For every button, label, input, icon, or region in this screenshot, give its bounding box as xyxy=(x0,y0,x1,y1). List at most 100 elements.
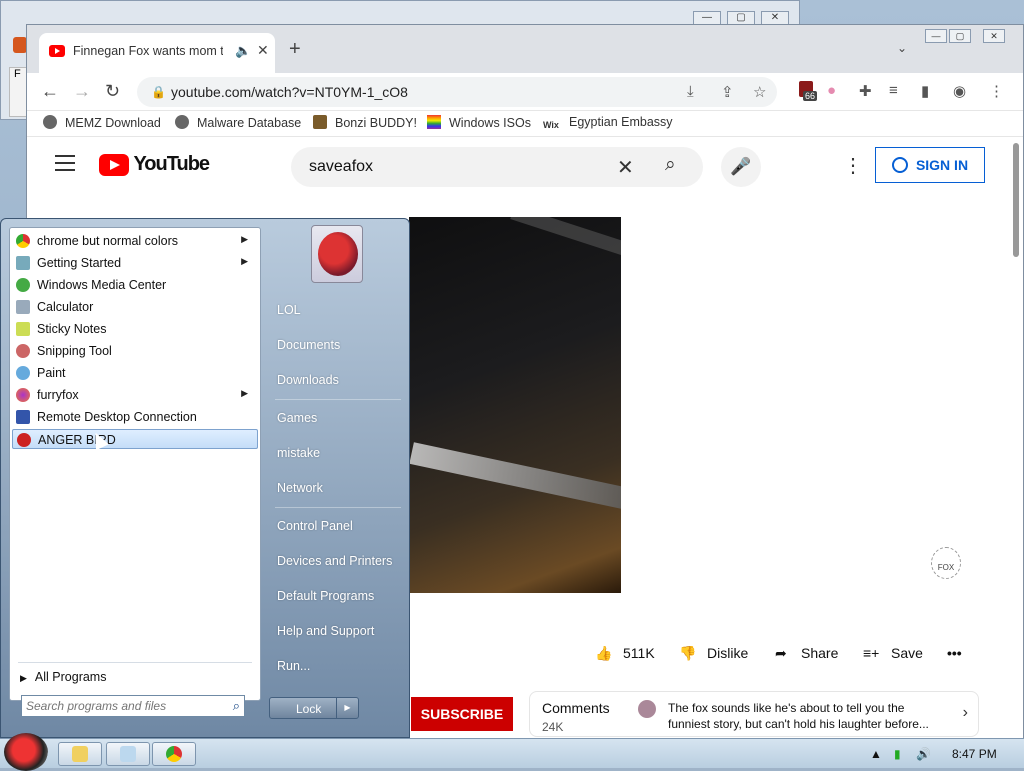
chevron-right-icon[interactable]: › xyxy=(963,704,968,722)
trans-flag-icon[interactable]: ● xyxy=(827,82,836,99)
program-anger-bird[interactable]: ANGER BIRD xyxy=(12,429,258,449)
ublock-icon[interactable]: 66 xyxy=(799,81,818,101)
youtube-logo[interactable]: YouTube xyxy=(99,153,210,176)
bookmark-star-icon[interactable]: ☆ xyxy=(753,83,766,101)
share-arrow-icon[interactable]: ➦ xyxy=(775,645,787,662)
search-icon[interactable]: ⌕ xyxy=(665,154,676,176)
media-control-icon[interactable]: ≡ xyxy=(889,82,898,99)
maximize-button[interactable]: ▢ xyxy=(949,29,971,43)
program-furryfox[interactable]: furryfox ▶ xyxy=(12,385,258,405)
program-paint[interactable]: Paint xyxy=(12,363,258,383)
minimize-button[interactable]: — xyxy=(693,11,721,25)
menu-kebab-icon[interactable]: ⋮ xyxy=(989,82,1004,100)
taskbar-explorer[interactable] xyxy=(58,742,102,766)
like-count[interactable]: 511K xyxy=(623,645,655,661)
start-search-box[interactable]: ⌕ xyxy=(21,695,245,717)
clear-search-icon[interactable]: ✕ xyxy=(617,155,634,180)
clock[interactable]: 8:47 PM xyxy=(952,747,997,761)
program-snipping-tool[interactable]: Snipping Tool xyxy=(12,341,258,361)
taskbar: ▲ ▮ 🔊 8:47 PM xyxy=(0,733,1024,771)
sticky-notes-icon xyxy=(16,322,30,336)
side-panel-icon[interactable]: ▮ xyxy=(921,82,929,100)
comments-panel[interactable]: Comments 24K The fox sounds like he's ab… xyxy=(529,691,979,737)
chrome-icon xyxy=(16,234,30,248)
start-item-network[interactable]: Network xyxy=(277,481,323,495)
bookmark-memz[interactable]: MEMZ Download xyxy=(43,115,161,130)
reload-icon[interactable]: ↻ xyxy=(105,81,120,102)
minimize-button[interactable]: — xyxy=(925,29,947,43)
program-getting-started[interactable]: Getting Started ▶ xyxy=(12,253,258,273)
user-avatar[interactable] xyxy=(311,225,363,283)
bookmark-egyptian-embassy[interactable]: Wix Egyptian Embassy xyxy=(543,115,673,134)
scrollbar-thumb[interactable] xyxy=(1013,143,1019,257)
hamburger-menu-icon[interactable] xyxy=(55,155,75,176)
program-chrome[interactable]: chrome but normal colors ▶ xyxy=(12,231,258,251)
start-search-input[interactable] xyxy=(26,698,216,714)
save-button[interactable]: Save xyxy=(891,645,923,661)
speaker-icon[interactable]: 🔈 xyxy=(235,43,251,59)
start-orb-angry-bird-icon[interactable] xyxy=(4,733,48,771)
start-item-documents[interactable]: Documents xyxy=(277,338,340,352)
search-icon[interactable]: ⌕ xyxy=(233,698,240,714)
bookmark-bonzi[interactable]: Bonzi BUDDY! xyxy=(313,115,417,130)
like-icon[interactable]: 👍 xyxy=(595,645,612,662)
volume-icon[interactable]: 🔊 xyxy=(916,747,931,761)
back-icon[interactable]: ← xyxy=(41,81,59,102)
toolbar: ← → ↻ 🔒 youtube.com/watch?v=NT0YM-1_cO8 … xyxy=(27,73,1023,111)
bookmark-malware-database[interactable]: Malware Database xyxy=(175,115,301,130)
share-button[interactable]: Share xyxy=(801,645,838,661)
start-item-default-programs[interactable]: Default Programs xyxy=(277,589,374,603)
channel-watermark-icon[interactable]: FOX xyxy=(931,547,961,579)
divider xyxy=(18,662,252,663)
close-tab-icon[interactable]: ✕ xyxy=(257,42,269,59)
start-item-control-panel[interactable]: Control Panel xyxy=(277,519,353,533)
lock-options-arrow-icon[interactable]: ▶ xyxy=(336,698,358,718)
dislike-button[interactable]: Dislike xyxy=(707,645,748,661)
program-calculator[interactable]: Calculator xyxy=(12,297,258,317)
profile-icon[interactable]: ◉ xyxy=(953,82,966,100)
settings-kebab-icon[interactable]: ⋮ xyxy=(843,153,863,178)
forward-icon[interactable]: → xyxy=(73,81,91,102)
start-item-downloads[interactable]: Downloads xyxy=(277,373,339,387)
paint-icon xyxy=(16,366,30,380)
start-item-games[interactable]: Games xyxy=(277,411,317,425)
start-item-run[interactable]: Run... xyxy=(277,659,310,673)
save-playlist-icon[interactable]: ≡+ xyxy=(863,645,879,661)
lock-icon[interactable]: 🔒 xyxy=(151,85,166,99)
search-bar[interactable]: saveafox ✕ ⌕ xyxy=(291,147,703,187)
start-item-lol[interactable]: LOL xyxy=(277,303,301,317)
install-icon[interactable]: ⤓ xyxy=(687,83,694,100)
scrollbar[interactable] xyxy=(1011,139,1021,739)
close-button[interactable]: ✕ xyxy=(761,11,789,25)
start-item-devices-printers[interactable]: Devices and Printers xyxy=(277,554,392,568)
start-item-mistake[interactable]: mistake xyxy=(277,446,320,460)
microphone-icon[interactable]: 🎤 xyxy=(721,147,761,187)
address-bar[interactable]: 🔒 youtube.com/watch?v=NT0YM-1_cO8 ⤓ ⇪ ☆ xyxy=(137,77,777,107)
program-media-center[interactable]: Windows Media Center xyxy=(12,275,258,295)
taskbar-chrome[interactable] xyxy=(152,742,196,766)
tab-search-icon[interactable]: ⌄ xyxy=(897,41,907,55)
more-actions-icon[interactable]: ••• xyxy=(947,645,962,661)
url-text[interactable]: youtube.com/watch?v=NT0YM-1_cO8 xyxy=(171,84,408,100)
battery-icon[interactable]: ▮ xyxy=(894,747,901,761)
video-player[interactable] xyxy=(409,217,621,593)
extensions-puzzle-icon[interactable]: ✚ xyxy=(859,82,872,100)
program-remote-desktop[interactable]: Remote Desktop Connection xyxy=(12,407,258,427)
all-programs-button[interactable]: All Programs xyxy=(20,670,107,684)
app-icon xyxy=(13,37,27,53)
program-sticky-notes[interactable]: Sticky Notes xyxy=(12,319,258,339)
new-tab-button[interactable]: + xyxy=(289,39,301,59)
lock-button[interactable]: Lock ▶ xyxy=(269,697,359,719)
search-input[interactable]: saveafox xyxy=(309,158,373,176)
sign-in-button[interactable]: SIGN IN xyxy=(875,147,985,183)
start-item-help-support[interactable]: Help and Support xyxy=(277,624,374,638)
tab-youtube[interactable]: Finnegan Fox wants mom to 🔈 ✕ xyxy=(39,33,275,73)
share-icon[interactable]: ⇪ xyxy=(721,83,734,101)
maximize-button[interactable]: ▢ xyxy=(727,11,755,25)
bookmark-windows-isos[interactable]: Windows ISOs xyxy=(427,115,531,130)
close-button[interactable]: ✕ xyxy=(983,29,1005,43)
show-hidden-icons-icon[interactable]: ▲ xyxy=(870,747,882,761)
dislike-icon[interactable]: 👎 xyxy=(679,645,696,662)
subscribe-button[interactable]: SUBSCRIBE xyxy=(411,697,513,731)
taskbar-notepad[interactable] xyxy=(106,742,150,766)
